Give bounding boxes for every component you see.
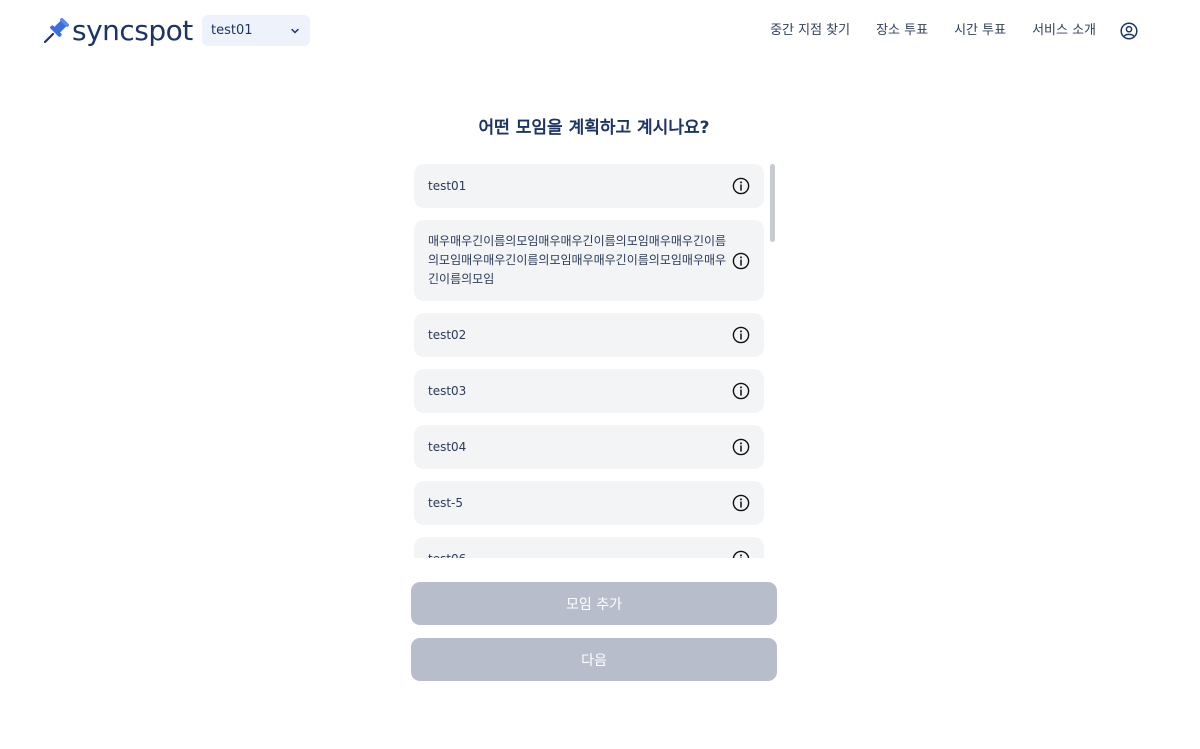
meeting-name: test01 bbox=[428, 178, 467, 193]
user-profile-icon[interactable] bbox=[1120, 22, 1138, 40]
top-nav: 중간 지점 찾기 장소 투표 시간 투표 서비스 소개 bbox=[770, 18, 1138, 44]
info-icon[interactable] bbox=[732, 382, 750, 400]
meeting-name: test-5 bbox=[428, 495, 464, 510]
meeting-select[interactable]: test01 bbox=[202, 15, 310, 46]
meeting-item[interactable]: test03 bbox=[414, 369, 764, 413]
header: syncspot test01 중간 지점 찾기 장소 투표 시간 투표 서비스… bbox=[0, 0, 1200, 62]
info-icon[interactable] bbox=[732, 494, 750, 512]
nav-find-midpoint[interactable]: 중간 지점 찾기 bbox=[770, 18, 850, 44]
info-icon[interactable] bbox=[732, 438, 750, 456]
meeting-item[interactable]: test04 bbox=[414, 425, 764, 469]
info-icon[interactable] bbox=[732, 252, 750, 270]
meeting-item[interactable]: test06 bbox=[414, 537, 764, 558]
nav-service-intro[interactable]: 서비스 소개 bbox=[1032, 18, 1096, 44]
meeting-item[interactable]: 매우매우긴이름의모임매우매우긴이름의모임매우매우긴이름의모임매우매우긴이름의모임… bbox=[414, 220, 764, 301]
logo[interactable]: syncspot bbox=[42, 14, 193, 48]
info-icon[interactable] bbox=[732, 177, 750, 195]
logo-text: syncspot bbox=[72, 14, 193, 47]
meeting-list[interactable]: test01 매우매우긴이름의모임매우매우긴이름의모임매우매우긴이름의모임매우매… bbox=[414, 164, 776, 558]
chevron-down-icon bbox=[291, 28, 299, 33]
pushpin-icon bbox=[43, 17, 70, 44]
meeting-select-value: test01 bbox=[211, 23, 253, 38]
meeting-name: test02 bbox=[428, 327, 467, 342]
nav-place-vote[interactable]: 장소 투표 bbox=[876, 18, 928, 44]
nav-time-vote[interactable]: 시간 투표 bbox=[954, 18, 1006, 44]
add-meeting-button[interactable]: 모임 추가 bbox=[411, 582, 777, 625]
meeting-name: 매우매우긴이름의모임매우매우긴이름의모임매우매우긴이름의모임매우매우긴이름의모임… bbox=[428, 234, 727, 286]
meeting-item[interactable]: test-5 bbox=[414, 481, 764, 525]
meeting-item[interactable]: test02 bbox=[414, 313, 764, 357]
page-title: 어떤 모임을 계획하고 계시나요? bbox=[478, 118, 710, 138]
meeting-name: test04 bbox=[428, 439, 467, 454]
info-icon[interactable] bbox=[732, 326, 750, 344]
meeting-item[interactable]: test01 bbox=[414, 164, 764, 208]
meeting-name: test03 bbox=[428, 383, 467, 398]
list-scrollbar-thumb[interactable] bbox=[770, 164, 775, 242]
info-icon[interactable] bbox=[732, 550, 750, 558]
meeting-name: test06 bbox=[428, 550, 728, 559]
next-button[interactable]: 다음 bbox=[411, 638, 777, 681]
